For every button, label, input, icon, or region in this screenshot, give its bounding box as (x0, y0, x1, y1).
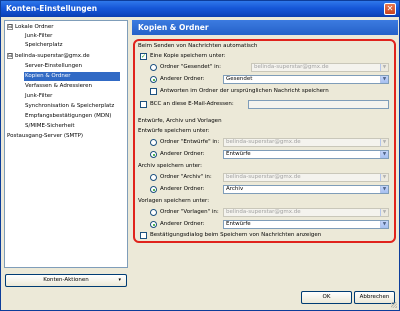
other-folder-radio[interactable] (150, 76, 157, 83)
templates-folder-radio[interactable] (150, 209, 157, 216)
tree-item-label: Synchronisation & Speicherplatz (25, 103, 115, 109)
archive-other-radio[interactable] (150, 186, 157, 193)
tree-item-label: Kopien & Ordner (25, 73, 71, 79)
collapse-icon[interactable]: ⊟ (7, 23, 13, 30)
collapse-icon[interactable]: ⊟ (7, 52, 13, 59)
dropdown-arrow-icon: ▼ (380, 174, 388, 181)
templates-folder-select[interactable]: Entwürfe ▼ (223, 220, 389, 229)
templates-account-select[interactable]: belinda-superstar@gmx.de ▼ (223, 208, 389, 217)
confirm-dialog-label: Bestätigungsdialog beim Speichern von Na… (150, 232, 322, 238)
tree-item-label: Empfangsbestätigungen (MDN) (25, 113, 112, 119)
bcc-label: BCC an diese E-Mail-Adressen: (150, 101, 234, 107)
other-folder-select[interactable]: Gesendet ▼ (223, 75, 389, 84)
tree-item-label: Verfassen & Adressieren (25, 83, 93, 89)
save-copy-label: Eine Kopie speichern unter: (150, 53, 226, 59)
archive-folder-radio[interactable] (150, 174, 157, 181)
dropdown-arrow-icon: ▼ (380, 221, 388, 228)
tree-item-smime-security[interactable]: S/MIME-Sicherheit (25, 122, 75, 131)
dropdown-arrow-icon: ▾ (118, 277, 121, 283)
tree-item-server-settings[interactable]: Server-Einstellungen (25, 62, 82, 71)
cancel-button[interactable]: Abbrechen (354, 291, 395, 304)
archive-folder-label: Ordner "Archiv" in: (160, 174, 212, 180)
tree-item-return-receipts[interactable]: Empfangsbestätigungen (MDN) (25, 112, 111, 121)
sent-folder-radio[interactable] (150, 64, 157, 71)
drafts-heading: Entwürfe speichern unter: (138, 128, 210, 134)
dropdown-arrow-icon: ▼ (380, 139, 388, 146)
save-copy-checkbox[interactable]: ✓ (140, 53, 147, 60)
drafts-other-radio[interactable] (150, 151, 157, 158)
tree-item-synchronization[interactable]: Synchronisation & Speicherplatz (25, 102, 114, 111)
page-title: Kopien & Ordner (132, 20, 398, 35)
resize-grip[interactable] (391, 302, 397, 308)
templates-heading: Vorlagen speichern unter: (138, 198, 210, 204)
archive-other-label: Anderer Ordner: (160, 186, 205, 192)
select-value: Entwürfe (226, 221, 251, 227)
close-icon: ✕ (386, 4, 394, 13)
confirm-dialog-checkbox[interactable] (140, 232, 147, 239)
title-bar[interactable]: Konten-Einstellungen ✕ (1, 1, 399, 17)
section-heading-drafts: Entwürfe, Archiv und Vorlagen (138, 118, 222, 124)
tree-item-label: Speicherplatz (25, 42, 63, 48)
templates-other-radio[interactable] (150, 221, 157, 228)
other-folder-label: Anderer Ordner: (160, 76, 205, 82)
bcc-address-input[interactable] (248, 100, 389, 109)
account-actions-button[interactable]: Konten-Aktionen ▾ (5, 274, 127, 287)
tree-item-label: Junk-Filter (25, 33, 53, 39)
reply-in-folder-label: Antworten im Ordner der ursprünglichen N… (160, 88, 329, 94)
select-value: belinda-superstar@gmx.de (226, 139, 301, 145)
archive-account-select[interactable]: belinda-superstar@gmx.de ▼ (223, 173, 389, 182)
select-value: belinda-superstar@gmx.de (226, 209, 301, 215)
dropdown-arrow-icon: ▼ (380, 64, 388, 71)
select-value: belinda-superstar@gmx.de (226, 174, 301, 180)
select-value: Entwürfe (226, 151, 251, 157)
section-heading-sending: Beim Senden von Nachrichten automatisch (138, 43, 258, 49)
close-button[interactable]: ✕ (384, 3, 396, 15)
account-settings-window: Konten-Einstellungen ✕ ⊟ Lokale Ordner Ju… (0, 0, 400, 311)
drafts-folder-radio[interactable] (150, 139, 157, 146)
dropdown-arrow-icon: ▼ (380, 151, 388, 158)
tree-item-composition[interactable]: Verfassen & Adressieren (25, 82, 92, 91)
bcc-checkbox[interactable] (140, 101, 147, 108)
drafts-folder-select[interactable]: Entwürfe ▼ (223, 150, 389, 159)
drafts-account-select[interactable]: belinda-superstar@gmx.de ▼ (223, 138, 389, 147)
dropdown-arrow-icon: ▼ (380, 209, 388, 216)
select-value: belinda-superstar@gmx.de (254, 64, 329, 70)
tree-item-label: belinda-superstar@gmx.de (15, 53, 90, 59)
drafts-other-label: Anderer Ordner: (160, 151, 205, 157)
ok-button[interactable]: OK (301, 291, 352, 304)
tree-item-disk-space[interactable]: Speicherplatz (25, 41, 62, 50)
dropdown-arrow-icon: ▼ (380, 186, 388, 193)
account-tree: ⊟ Lokale Ordner Junk-Filter Speicherplatz… (4, 20, 128, 268)
drafts-folder-label: Ordner "Entwürfe" in: (160, 139, 220, 145)
select-value: Gesendet (226, 76, 253, 82)
archive-heading: Archiv speichern unter: (138, 163, 203, 169)
templates-other-label: Anderer Ordner: (160, 221, 205, 227)
tree-item-junk-filter[interactable]: Junk-Filter (25, 92, 52, 101)
select-value: Archiv (226, 186, 244, 192)
tree-item-smtp-server[interactable]: Postausgang-Server (SMTP) (7, 132, 83, 141)
tree-item-label: Junk-Filter (25, 93, 53, 99)
archive-folder-select[interactable]: Archiv ▼ (223, 185, 389, 194)
tree-item-account[interactable]: ⊟ belinda-superstar@gmx.de (7, 52, 90, 61)
tree-item-junk-filter-local[interactable]: Junk-Filter (25, 32, 52, 41)
tree-item-label: S/MIME-Sicherheit (25, 123, 75, 129)
tree-item-label: Postausgang-Server (SMTP) (7, 133, 84, 139)
tree-item-local-folders[interactable]: ⊟ Lokale Ordner (7, 23, 54, 32)
tree-item-label: Server-Einstellungen (25, 63, 82, 69)
templates-folder-label: Ordner "Vorlagen" in: (160, 209, 219, 215)
tree-item-copies-folders[interactable]: Kopien & Ordner (24, 72, 120, 81)
sent-folder-label: Ordner "Gesendet" in: (160, 64, 221, 70)
account-actions-label: Konten-Aktionen (43, 277, 89, 283)
window-title: Konten-Einstellungen (6, 4, 98, 13)
reply-in-folder-checkbox[interactable] (150, 88, 157, 95)
tree-item-label: Lokale Ordner (15, 24, 54, 30)
dropdown-arrow-icon: ▼ (380, 76, 388, 83)
sent-account-select[interactable]: belinda-superstar@gmx.de ▼ (251, 63, 389, 72)
